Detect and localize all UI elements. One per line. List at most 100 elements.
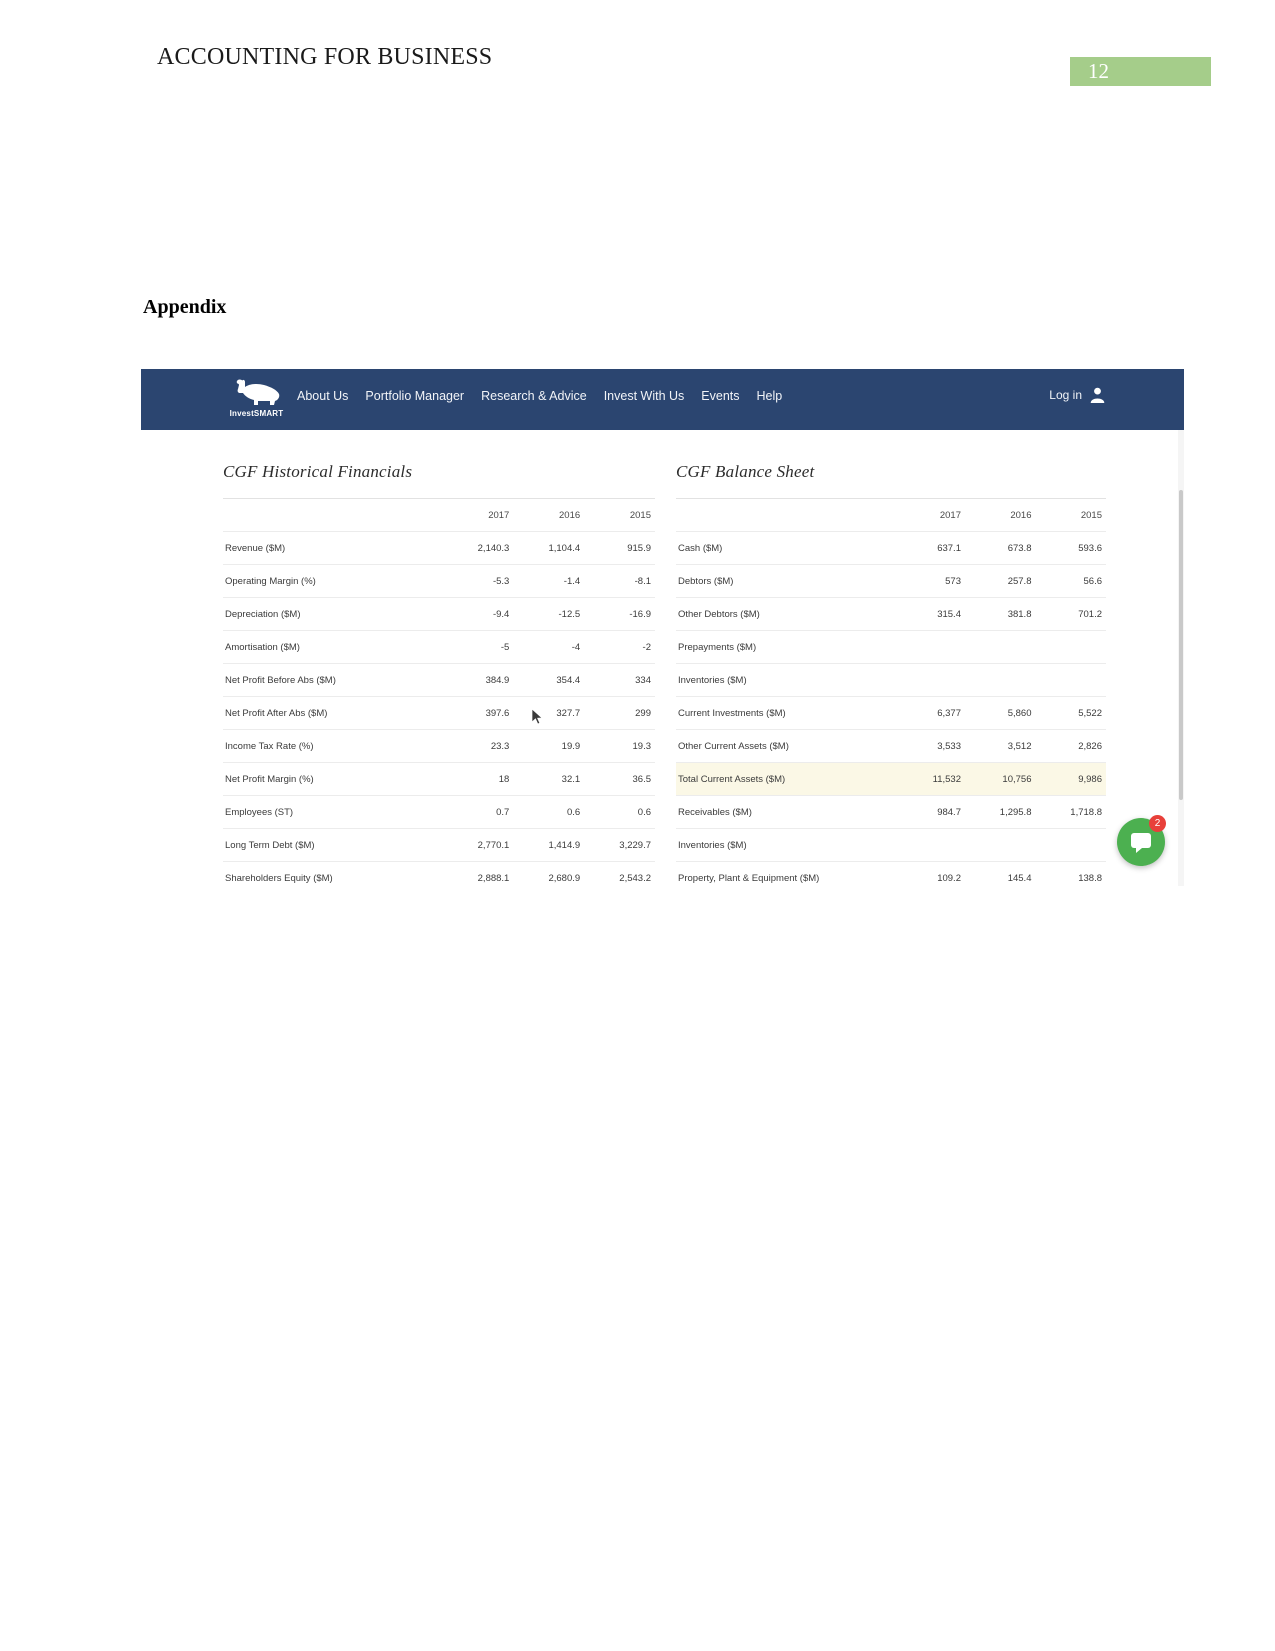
- row-label: Other Current Assets ($M): [676, 729, 895, 763]
- historical-financials-table: 2017 2016 2015 Revenue ($M) 2,140.3 1,104.…: [223, 498, 655, 886]
- cell-2016: 1,104.4: [513, 531, 585, 565]
- nav-link-invest-with-us[interactable]: Invest With Us: [604, 389, 685, 403]
- cell-2015: 9,986: [1035, 762, 1106, 796]
- cell-2016: 1,414.9: [513, 828, 585, 862]
- nav-link-events[interactable]: Events: [701, 389, 739, 403]
- cell-2017: 6,377: [894, 696, 965, 730]
- table-row: Long Term Debt ($M) 2,770.1 1,414.9 3,229.7: [223, 828, 655, 862]
- row-label: Employees (ST): [223, 795, 443, 829]
- cell-2015: 593.6: [1035, 531, 1106, 565]
- row-label: Operating Margin (%): [223, 564, 443, 598]
- cell-2015: 334: [584, 663, 655, 697]
- user-avatar-icon[interactable]: [1089, 386, 1106, 403]
- balance-sheet-table: 2017 2016 2015 Cash ($M) 637.1 673.8 593.6 …: [676, 498, 1106, 886]
- row-label: Inventories ($M): [676, 663, 895, 697]
- table-row: Receivables ($M) 984.7 1,295.8 1,718.8: [676, 795, 1106, 829]
- cell-2015: 1,718.8: [1035, 795, 1106, 829]
- table-row: Inventories ($M): [676, 828, 1106, 862]
- cell-2016: 5,860: [964, 696, 1036, 730]
- site-navbar: InvestSMART About Us Portfolio Manager R…: [141, 369, 1184, 430]
- cell-2017: 2,888.1: [442, 861, 514, 886]
- cell-2016: 19.9: [513, 729, 585, 763]
- cell-2017: 384.9: [442, 663, 514, 697]
- table-row: Property, Plant & Equipment ($M) 109.2 145…: [676, 861, 1106, 886]
- cell-2017: 397.6: [442, 696, 514, 730]
- cell-2016: 673.8: [964, 531, 1036, 565]
- nav-link-portfolio-manager[interactable]: Portfolio Manager: [365, 389, 464, 403]
- col-header-2016: 2016: [513, 498, 585, 532]
- cell-2016: 381.8: [964, 597, 1036, 631]
- historical-financials-panel: CGF Historical Financials 2017 2016 2015…: [223, 462, 655, 886]
- cell-2016: 257.8: [964, 564, 1036, 598]
- chat-bubble-icon: [1131, 833, 1151, 853]
- table-row: Other Debtors ($M) 315.4 381.8 701.2: [676, 597, 1106, 631]
- cell-2016: 327.7: [513, 696, 585, 730]
- table-row: Employees (ST) 0.7 0.6 0.6: [223, 795, 655, 829]
- cell-2015: [1035, 828, 1106, 862]
- balance-sheet-body: Cash ($M) 637.1 673.8 593.6 Debtors ($M) 573…: [676, 531, 1106, 886]
- row-label: Shareholders Equity ($M): [223, 861, 443, 886]
- historical-financials-title: CGF Historical Financials: [223, 462, 413, 481]
- cell-2017: 11,532: [894, 762, 965, 796]
- cell-2016: -4: [513, 630, 585, 664]
- historical-financials-body: Revenue ($M) 2,140.3 1,104.4 915.9 Operatin…: [223, 531, 655, 886]
- table-row: Net Profit Margin (%) 18 32.1 36.5: [223, 762, 655, 796]
- cell-2017: -5.3: [442, 564, 514, 598]
- cell-2015: [1035, 630, 1106, 664]
- row-label: Net Profit Before Abs ($M): [223, 663, 443, 697]
- table-header-row: 2017 2016 2015: [223, 498, 655, 532]
- navbar-account-area[interactable]: Log in: [1049, 386, 1106, 403]
- row-label: Debtors ($M): [676, 564, 895, 598]
- cell-2017: 23.3: [442, 729, 514, 763]
- row-label: Property, Plant & Equipment ($M): [676, 861, 895, 886]
- balance-sheet-panel: CGF Balance Sheet 2017 2016 2015 Cash ($…: [676, 462, 1106, 886]
- nav-link-help[interactable]: Help: [757, 389, 783, 403]
- table-row: Cash ($M) 637.1 673.8 593.6: [676, 531, 1106, 565]
- cell-2017: 3,533: [894, 729, 965, 763]
- brand-logo[interactable]: InvestSMART: [219, 376, 294, 426]
- table-row: Shareholders Equity ($M) 2,888.1 2,680.9 2,…: [223, 861, 655, 886]
- cell-2015: 36.5: [584, 762, 655, 796]
- bull-logo-icon: [236, 379, 279, 405]
- table-row: Current Investments ($M) 6,377 5,860 5,522: [676, 696, 1106, 730]
- cell-2017: [894, 828, 965, 862]
- page-scrollbar-thumb[interactable]: [1179, 490, 1183, 800]
- table-row-highlighted: Total Current Assets ($M) 11,532 10,756 9,9…: [676, 762, 1106, 796]
- screenshot-content: CGF Historical Financials 2017 2016 2015…: [141, 430, 1184, 886]
- table-row: Depreciation ($M) -9.4 -12.5 -16.9: [223, 597, 655, 631]
- cell-2015: 2,826: [1035, 729, 1106, 763]
- nav-link-about-us[interactable]: About Us: [297, 389, 348, 403]
- document-header-title: ACCOUNTING FOR BUSINESS: [157, 44, 493, 70]
- col-header-2016: 2016: [964, 498, 1036, 532]
- cell-2016: 354.4: [513, 663, 585, 697]
- cell-2015: 56.6: [1035, 564, 1106, 598]
- mouse-cursor-icon: [531, 708, 543, 725]
- table-row: Revenue ($M) 2,140.3 1,104.4 915.9: [223, 531, 655, 565]
- nav-link-research-advice[interactable]: Research & Advice: [481, 389, 587, 403]
- table-row: Inventories ($M): [676, 663, 1106, 697]
- cell-2015: 915.9: [584, 531, 655, 565]
- col-header-2017: 2017: [442, 498, 514, 532]
- login-label[interactable]: Log in: [1049, 388, 1082, 402]
- cell-2015: 5,522: [1035, 696, 1106, 730]
- cell-2017: 2,140.3: [442, 531, 514, 565]
- cell-2015: -8.1: [584, 564, 655, 598]
- cell-2016: [964, 828, 1036, 862]
- row-label: Net Profit Margin (%): [223, 762, 443, 796]
- row-label: Revenue ($M): [223, 531, 443, 565]
- page-scrollbar[interactable]: [1178, 430, 1184, 886]
- cell-2016: 32.1: [513, 762, 585, 796]
- cell-2016: 1,295.8: [964, 795, 1036, 829]
- balance-sheet-title: CGF Balance Sheet: [676, 462, 815, 481]
- cell-2016: -12.5: [513, 597, 585, 631]
- cell-2017: 18: [442, 762, 514, 796]
- table-row: Debtors ($M) 573 257.8 56.6: [676, 564, 1106, 598]
- row-label: Prepayments ($M): [676, 630, 895, 664]
- appendix-heading: Appendix: [143, 296, 227, 318]
- row-label: Total Current Assets ($M): [676, 762, 895, 796]
- cell-2017: [894, 630, 965, 664]
- row-label: Other Debtors ($M): [676, 597, 895, 631]
- cell-2015: 3,229.7: [584, 828, 655, 862]
- row-label: Long Term Debt ($M): [223, 828, 443, 862]
- table-row: Net Profit After Abs ($M) 397.6 327.7 299: [223, 696, 655, 730]
